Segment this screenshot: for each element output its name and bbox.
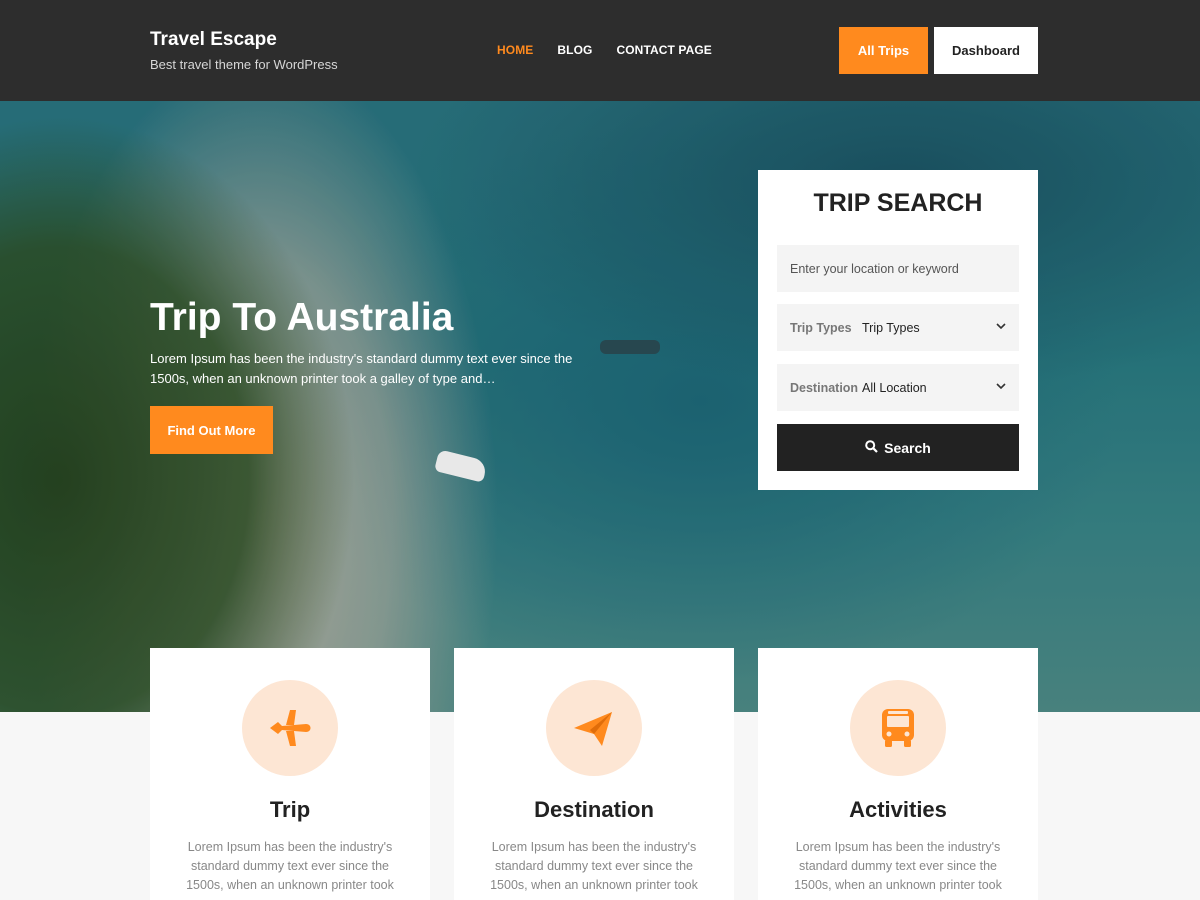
- chevron-down-icon: [996, 382, 1006, 393]
- all-trips-button[interactable]: All Trips: [839, 27, 928, 74]
- paper-plane-icon: [546, 680, 642, 776]
- destination-label: Destination: [790, 380, 859, 395]
- airplane-icon: [242, 680, 338, 776]
- trip-search-panel: TRIP SEARCH Enter your location or keywo…: [758, 170, 1038, 490]
- trip-search-title: TRIP SEARCH: [813, 189, 983, 217]
- feature-text: Lorem Ipsum has been the industry's stan…: [490, 840, 698, 892]
- search-icon: [865, 439, 878, 456]
- keyword-input[interactable]: Enter your location or keyword: [777, 245, 1019, 292]
- feature-title: Destination: [534, 797, 654, 822]
- feature-card-activities: Activities Lorem Ipsum has been the indu…: [758, 648, 1038, 900]
- feature-text: Lorem Ipsum has been the industry's stan…: [794, 840, 1002, 892]
- nav-item-home[interactable]: HOME: [497, 43, 533, 57]
- trip-types-select[interactable]: Trip Types Trip Types: [777, 304, 1019, 351]
- chevron-down-icon: [996, 322, 1006, 333]
- search-button-label: Search: [884, 439, 931, 456]
- main-nav: HOME BLOG CONTACT PAGE: [497, 43, 712, 57]
- nav-item-blog[interactable]: BLOG: [557, 43, 592, 57]
- dashboard-button[interactable]: Dashboard: [934, 27, 1038, 74]
- boat-image: [600, 340, 660, 354]
- site-title[interactable]: Travel Escape: [150, 29, 277, 51]
- hero-text: Lorem Ipsum has been the industry's stan…: [150, 351, 573, 386]
- feature-title: Activities: [849, 797, 947, 822]
- destination-select[interactable]: Destination All Location: [777, 364, 1019, 411]
- bus-icon: [850, 680, 946, 776]
- boat-image: [434, 449, 488, 483]
- hero-title: Trip To Australia: [150, 296, 454, 339]
- feature-card-trip: Trip Lorem Ipsum has been the industry's…: [150, 648, 430, 900]
- find-out-more-button[interactable]: Find Out More: [150, 406, 273, 454]
- feature-title: Trip: [269, 797, 311, 822]
- feature-card-destination: Destination Lorem Ipsum has been the ind…: [454, 648, 734, 900]
- site-tagline: Best travel theme for WordPress: [150, 57, 338, 72]
- nav-item-contact[interactable]: CONTACT PAGE: [616, 43, 711, 57]
- feature-text: Lorem Ipsum has been the industry's stan…: [186, 840, 394, 892]
- search-button[interactable]: Search: [777, 424, 1019, 471]
- site-header: Travel Escape Best travel theme for Word…: [0, 0, 1200, 101]
- destination-value: All Location: [862, 380, 927, 395]
- trip-types-label: Trip Types: [790, 320, 852, 335]
- trip-types-value: Trip Types: [862, 320, 920, 335]
- keyword-placeholder: Enter your location or keyword: [790, 261, 959, 276]
